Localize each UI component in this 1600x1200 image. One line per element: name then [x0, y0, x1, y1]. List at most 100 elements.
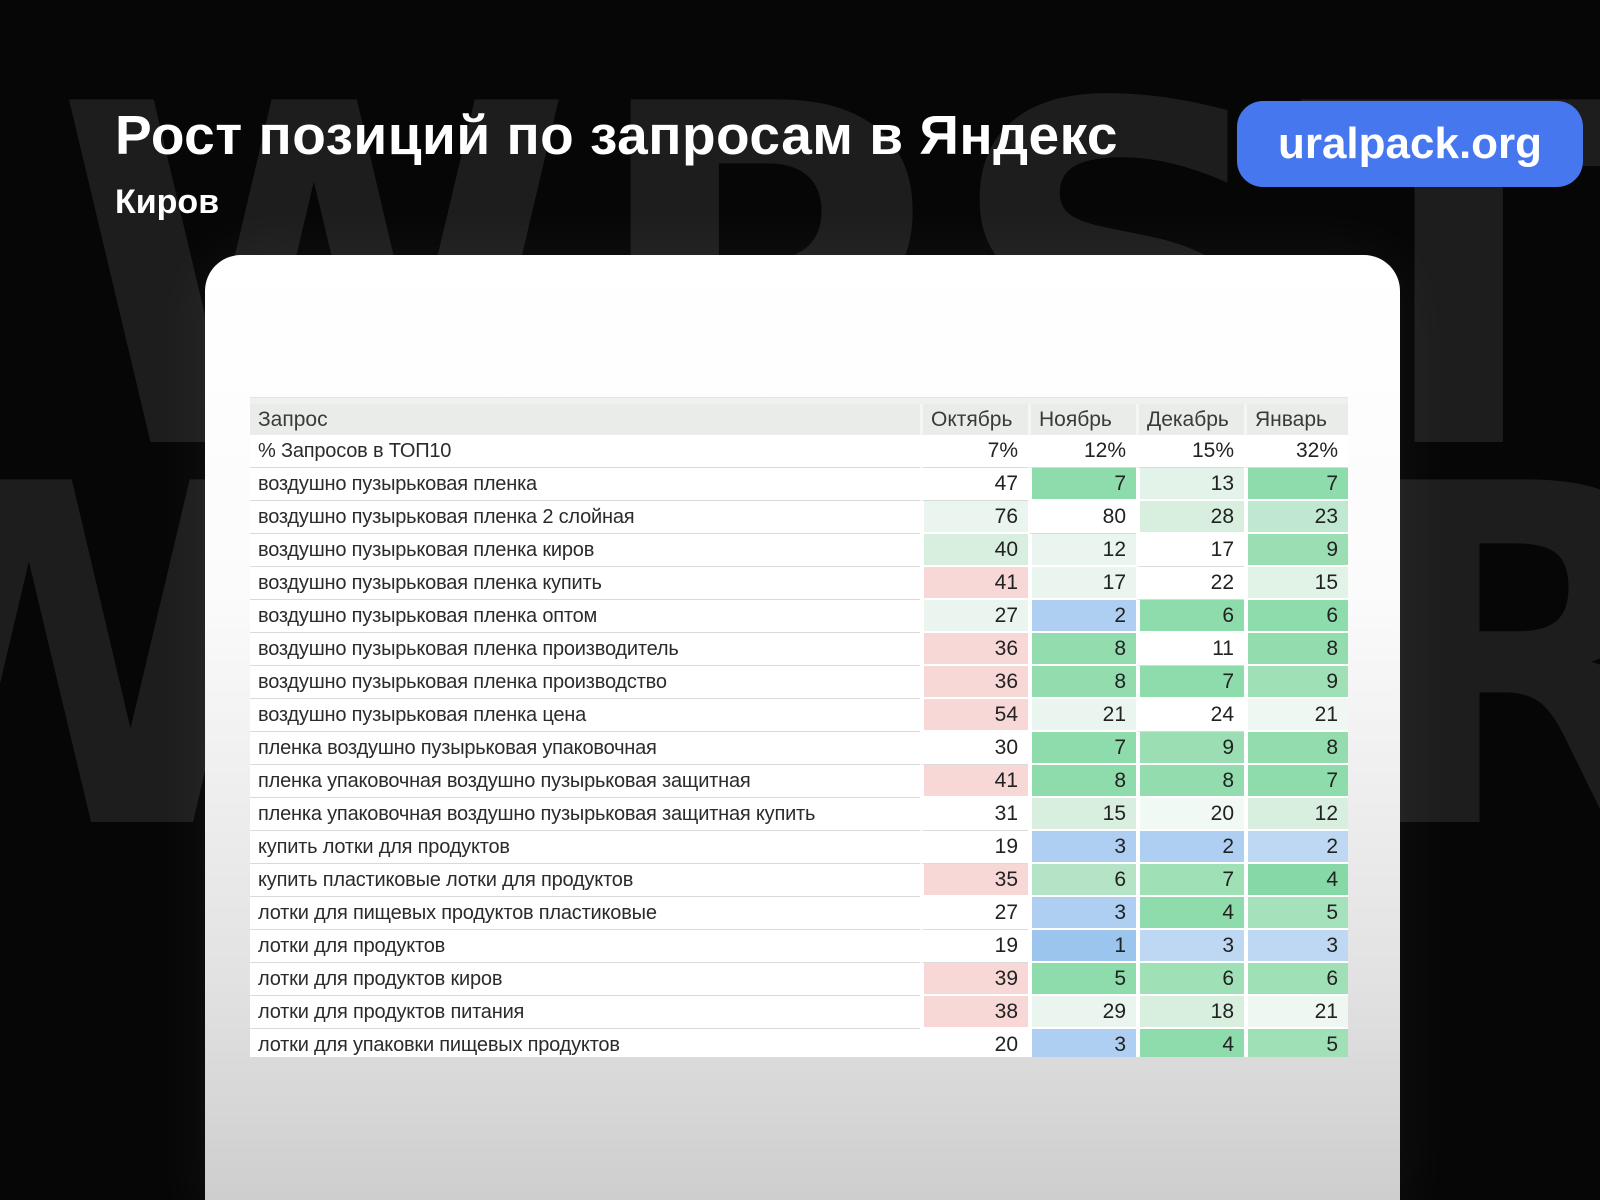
value-cell-december: 3 [1136, 930, 1244, 963]
value-cell-november: 5 [1028, 963, 1136, 996]
query-cell: воздушно пузырьковая пленка производство [250, 666, 920, 699]
table-top-strip [250, 397, 1348, 404]
page-title: Рост позиций по запросам в Яндекс [115, 103, 1118, 167]
table-row: воздушно пузырьковая пленка производител… [250, 633, 1348, 666]
value-cell-november: 7 [1028, 468, 1136, 501]
query-cell: воздушно пузырьковая пленка киров [250, 534, 920, 567]
value-cell-november: 8 [1028, 666, 1136, 699]
value-cell-december: 18 [1136, 996, 1244, 1029]
value-cell-october: 7% [920, 435, 1028, 468]
value-cell-october: 76 [920, 501, 1028, 534]
value-cell-january: 5 [1244, 897, 1348, 930]
value-cell-january: 32% [1244, 435, 1348, 468]
value-cell-november: 21 [1028, 699, 1136, 732]
column-header-december: Декабрь [1136, 404, 1244, 435]
value-cell-december: 4 [1136, 897, 1244, 930]
query-cell: купить лотки для продуктов [250, 831, 920, 864]
query-cell: воздушно пузырьковая пленка купить [250, 567, 920, 600]
value-cell-january: 12 [1244, 798, 1348, 831]
table-row: лотки для продуктов 19 1 3 3 [250, 930, 1348, 963]
table-row: воздушно пузырьковая пленка купить 41 17… [250, 567, 1348, 600]
value-cell-october: 41 [920, 765, 1028, 798]
table-row: пленка воздушно пузырьковая упаковочная … [250, 732, 1348, 765]
table-card: Запрос Октябрь Ноябрь Декабрь Январь % З… [205, 255, 1400, 1200]
query-cell: купить пластиковые лотки для продуктов [250, 864, 920, 897]
value-cell-october: 54 [920, 699, 1028, 732]
value-cell-january: 21 [1244, 699, 1348, 732]
value-cell-october: 20 [920, 1029, 1028, 1057]
value-cell-december: 2 [1136, 831, 1244, 864]
query-cell: пленка упаковочная воздушно пузырьковая … [250, 798, 920, 831]
column-header-query: Запрос [250, 404, 920, 435]
value-cell-january: 9 [1244, 534, 1348, 567]
table-body: % Запросов в ТОП10 7% 12% 15% 32% воздуш… [250, 435, 1348, 1057]
value-cell-november: 3 [1028, 831, 1136, 864]
query-cell: % Запросов в ТОП10 [250, 435, 920, 468]
value-cell-october: 47 [920, 468, 1028, 501]
query-cell: лотки для продуктов питания [250, 996, 920, 1029]
value-cell-november: 8 [1028, 765, 1136, 798]
table-row: купить лотки для продуктов 19 3 2 2 [250, 831, 1348, 864]
table-row: воздушно пузырьковая пленка оптом 27 2 6… [250, 600, 1348, 633]
value-cell-december: 17 [1136, 534, 1244, 567]
query-cell: пленка упаковочная воздушно пузырьковая … [250, 765, 920, 798]
value-cell-october: 40 [920, 534, 1028, 567]
value-cell-october: 30 [920, 732, 1028, 765]
value-cell-november: 7 [1028, 732, 1136, 765]
value-cell-november: 1 [1028, 930, 1136, 963]
table-row: пленка упаковочная воздушно пузырьковая … [250, 765, 1348, 798]
value-cell-october: 19 [920, 930, 1028, 963]
value-cell-november: 29 [1028, 996, 1136, 1029]
table-row: воздушно пузырьковая пленка 47 7 13 7 [250, 468, 1348, 501]
value-cell-december: 24 [1136, 699, 1244, 732]
value-cell-november: 17 [1028, 567, 1136, 600]
value-cell-november: 12% [1028, 435, 1136, 468]
site-badge: uralpack.org [1237, 101, 1583, 187]
query-cell: лотки для пищевых продуктов пластиковые [250, 897, 920, 930]
value-cell-october: 31 [920, 798, 1028, 831]
table-row: пленка упаковочная воздушно пузырьковая … [250, 798, 1348, 831]
value-cell-december: 4 [1136, 1029, 1244, 1057]
table-row: лотки для пищевых продуктов пластиковые … [250, 897, 1348, 930]
value-cell-january: 8 [1244, 732, 1348, 765]
value-cell-december: 8 [1136, 765, 1244, 798]
table-row: воздушно пузырьковая пленка производство… [250, 666, 1348, 699]
value-cell-january: 3 [1244, 930, 1348, 963]
value-cell-january: 6 [1244, 963, 1348, 996]
table-header-row: Запрос Октябрь Ноябрь Декабрь Январь [250, 404, 1348, 435]
value-cell-november: 15 [1028, 798, 1136, 831]
value-cell-november: 6 [1028, 864, 1136, 897]
table-row: лотки для продуктов питания 38 29 18 21 [250, 996, 1348, 1029]
value-cell-december: 22 [1136, 567, 1244, 600]
value-cell-november: 80 [1028, 501, 1136, 534]
value-cell-january: 2 [1244, 831, 1348, 864]
query-cell: воздушно пузырьковая пленка [250, 468, 920, 501]
value-cell-december: 7 [1136, 864, 1244, 897]
value-cell-december: 20 [1136, 798, 1244, 831]
value-cell-november: 8 [1028, 633, 1136, 666]
query-cell: воздушно пузырьковая пленка оптом [250, 600, 920, 633]
value-cell-january: 15 [1244, 567, 1348, 600]
positions-table: Запрос Октябрь Ноябрь Декабрь Январь % З… [250, 397, 1348, 1057]
column-header-january: Январь [1244, 404, 1348, 435]
value-cell-january: 23 [1244, 501, 1348, 534]
value-cell-january: 6 [1244, 600, 1348, 633]
value-cell-january: 5 [1244, 1029, 1348, 1057]
value-cell-november: 3 [1028, 1029, 1136, 1057]
table-row: % Запросов в ТОП10 7% 12% 15% 32% [250, 435, 1348, 468]
value-cell-january: 21 [1244, 996, 1348, 1029]
query-cell: пленка воздушно пузырьковая упаковочная [250, 732, 920, 765]
value-cell-november: 12 [1028, 534, 1136, 567]
value-cell-october: 27 [920, 600, 1028, 633]
value-cell-october: 38 [920, 996, 1028, 1029]
query-cell: воздушно пузырьковая пленка цена [250, 699, 920, 732]
query-cell: лотки для упаковки пищевых продуктов [250, 1029, 920, 1057]
table-row: воздушно пузырьковая пленка 2 слойная 76… [250, 501, 1348, 534]
value-cell-december: 13 [1136, 468, 1244, 501]
value-cell-october: 39 [920, 963, 1028, 996]
page-subtitle: Киров [115, 183, 1118, 222]
value-cell-october: 36 [920, 666, 1028, 699]
table-row: лотки для продуктов киров 39 5 6 6 [250, 963, 1348, 996]
value-cell-november: 2 [1028, 600, 1136, 633]
value-cell-october: 35 [920, 864, 1028, 897]
